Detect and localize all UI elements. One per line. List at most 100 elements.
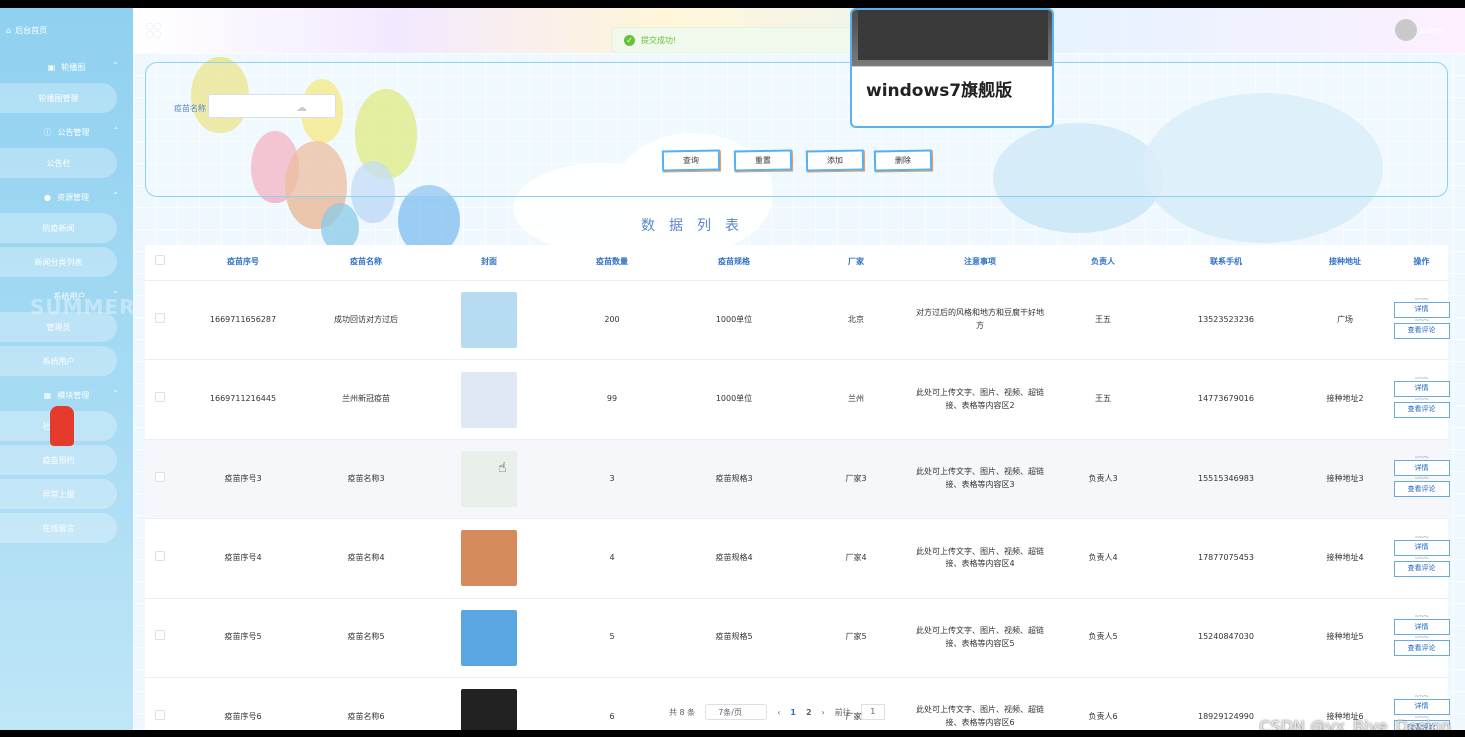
ops-cell: 详情查看评论 — [1393, 612, 1450, 657]
row-checkbox[interactable] — [155, 630, 165, 641]
user-name[interactable]: admin — [1420, 26, 1445, 35]
query-button[interactable]: 查询 — [661, 149, 721, 172]
reset-button[interactable]: 重置 — [733, 149, 793, 172]
cover-image[interactable] — [461, 689, 517, 730]
total-count: 共 8 条 — [669, 707, 696, 717]
cell-addr: 接种地址3 — [1326, 473, 1364, 483]
table-row[interactable]: 疫苗序号4 疫苗名称4 4 疫苗规格4 厂家4 此处可上传文字、图片、视频、超链接、表格等… — [145, 519, 1450, 599]
sidebar-group-label: 资源管理 — [56, 193, 89, 202]
page-number-1[interactable]: 1 — [790, 708, 796, 717]
mouse-cursor-icon: ☝ — [498, 460, 507, 476]
cover-cell — [421, 371, 557, 428]
view-comment-button[interactable]: 查看评论 — [1393, 633, 1450, 657]
column-header: 封面 — [481, 257, 497, 267]
sidebar-group[interactable]: ● 资源管理 ⌃ — [0, 182, 133, 213]
row-checkbox-cell — [145, 630, 175, 645]
search-input[interactable]: ☁ — [208, 94, 336, 118]
cover-cell — [421, 609, 557, 666]
cell-qty: 6 — [609, 711, 615, 721]
sidebar-group[interactable]: ⓘ 公告管理 ⌃ — [0, 117, 133, 148]
red-figure-decoration — [50, 406, 74, 446]
select-all-checkbox[interactable] — [155, 255, 165, 266]
cell-note: 对方过后的风格和地方和豆腐干好地方 — [916, 308, 1044, 331]
cover-image[interactable] — [461, 450, 517, 507]
table-row[interactable]: 1669711216445 兰州新冠疫苗 99 1000单位 兰州 此处可上传文字、图片、… — [145, 360, 1450, 440]
sidebar-item[interactable]: 新闻分类列表 — [0, 247, 117, 277]
sidebar-group-label: 轮播图 — [61, 63, 86, 72]
cell-owner: 负责人3 — [1088, 473, 1118, 483]
row-checkbox-cell — [145, 709, 175, 725]
menu-grid-icon[interactable] — [147, 24, 160, 37]
cell-name: 疫苗名称4 — [347, 552, 385, 562]
sidebar-item[interactable]: 系统用户 — [0, 346, 117, 376]
cell-qty: 5 — [609, 632, 615, 642]
cell-note: 此处可上传文字、图片、视频、超链接、表格等内容区5 — [916, 625, 1044, 648]
view-comment-button[interactable]: 查看评论 — [1393, 316, 1450, 339]
column-header: 操作 — [1413, 257, 1430, 267]
sidebar-item[interactable]: 防疫新闻 — [0, 213, 117, 243]
cell-addr: 接种地址4 — [1326, 552, 1364, 562]
avatar[interactable] — [1395, 19, 1417, 41]
success-toast: ✓ 提交成功! — [611, 27, 871, 53]
sidebar-item[interactable]: 异常上报 — [0, 479, 117, 509]
row-checkbox[interactable] — [155, 312, 165, 323]
sidebar-group[interactable]: ▣ 轮播图 ⌃ — [0, 52, 133, 83]
table-row[interactable]: 疫苗序号3 疫苗名称3 3 疫苗规格3 厂家3 此处可上传文字、图片、视频、超链接、表格等… — [145, 439, 1450, 520]
cover-image[interactable] — [461, 292, 517, 349]
cover-cell — [421, 292, 557, 349]
row-checkbox[interactable] — [155, 709, 165, 720]
cover-image[interactable] — [461, 371, 517, 428]
delete-button[interactable]: 删除 — [873, 149, 933, 172]
row-checkbox[interactable] — [155, 550, 165, 561]
grid-icon: ▦ — [43, 391, 52, 400]
chevron-up-icon: ⌃ — [112, 191, 119, 200]
prev-page-icon[interactable]: ‹ — [777, 708, 780, 717]
cell-maker: 厂家4 — [845, 552, 867, 562]
view-comment-button[interactable]: 查看评论 — [1393, 474, 1450, 498]
data-table: 疫苗序号 疫苗名称 封面 疫苗数量 疫苗规格 厂家 注意事项 负责人 联系手机 接种地址 操作 16… — [145, 245, 1450, 730]
view-comment-button[interactable]: 查看评论 — [1393, 395, 1450, 419]
sidebar-item[interactable]: 疫苗预约 — [0, 445, 117, 475]
table-row[interactable]: 疫苗序号5 疫苗名称5 5 疫苗规格5 厂家5 此处可上传文字、图片、视频、超链接、表格等… — [145, 599, 1450, 678]
sidebar-item[interactable]: 在线留言 — [0, 513, 117, 543]
cell-name: 疫苗名称5 — [347, 632, 385, 642]
ops-cell: 详情查看评论 — [1393, 453, 1450, 498]
column-header: 接种地址 — [1329, 257, 1361, 267]
column-header: 疫苗数量 — [596, 257, 628, 267]
sidebar-home[interactable]: ⌂ 后台首页 — [0, 8, 133, 52]
cell-maker: 兰州 — [848, 394, 864, 404]
column-header: 注意事项 — [964, 257, 996, 267]
summer-decor-text: SUMMER — [30, 295, 136, 319]
ops-cell: 详情查看评论 — [1393, 295, 1450, 339]
ops-cell: 详情查看评论 — [1393, 374, 1450, 419]
list-title: 数据列表 — [641, 218, 753, 234]
cover-image[interactable] — [461, 609, 517, 666]
column-header: 负责人 — [1091, 257, 1115, 267]
cell-owner: 王五 — [1095, 314, 1111, 324]
sidebar-item[interactable]: 轮播图管理 — [0, 83, 117, 113]
search-panel: 疫苗名称 ☁ 查询 重置 添加 删除 — [145, 62, 1448, 197]
select-all-checkbox-cell — [145, 255, 175, 270]
cell-addr: 接种地址5 — [1326, 632, 1364, 642]
row-checkbox[interactable] — [155, 392, 165, 403]
page-size-select[interactable]: 7条/页 — [705, 704, 768, 720]
view-comment-button[interactable]: 查看评论 — [1393, 554, 1450, 577]
cell-qty: 99 — [606, 394, 618, 404]
window-preview-popup[interactable]: windows7旗舰版 — [850, 8, 1054, 128]
next-page-icon[interactable]: › — [822, 708, 825, 717]
sidebar: ⌂ 后台首页 ▣ 轮播图 ⌃ 轮播图管理 ⓘ 公告管理 ⌃ 公告栏 ● 资源管理 ⌃ 防疫新闻 新闻分类… — [0, 8, 136, 730]
table-row[interactable]: 1669711656287 成功回访对方过后 200 1000单位 北京 对方过后的风格和… — [145, 281, 1450, 361]
goto-input[interactable]: 1 — [860, 704, 885, 720]
sidebar-item[interactable]: 公告栏 — [0, 148, 117, 178]
page-number-2[interactable]: 2 — [806, 708, 812, 717]
add-button[interactable]: 添加 — [805, 149, 865, 172]
row-checkbox-cell — [145, 471, 175, 487]
cover-image[interactable] — [461, 530, 517, 587]
chevron-up-icon: ⌃ — [112, 389, 119, 398]
table-header: 疫苗序号 疫苗名称 封面 疫苗数量 疫苗规格 厂家 注意事项 负责人 联系手机 接种地址 操作 — [145, 245, 1448, 281]
row-checkbox[interactable] — [155, 471, 165, 482]
chevron-up-icon: ⌃ — [112, 126, 119, 135]
sidebar-group-label: 公告管理 — [57, 128, 90, 137]
cell-spec: 疫苗规格4 — [715, 552, 753, 562]
cell-spec: 疫苗规格5 — [715, 632, 753, 642]
